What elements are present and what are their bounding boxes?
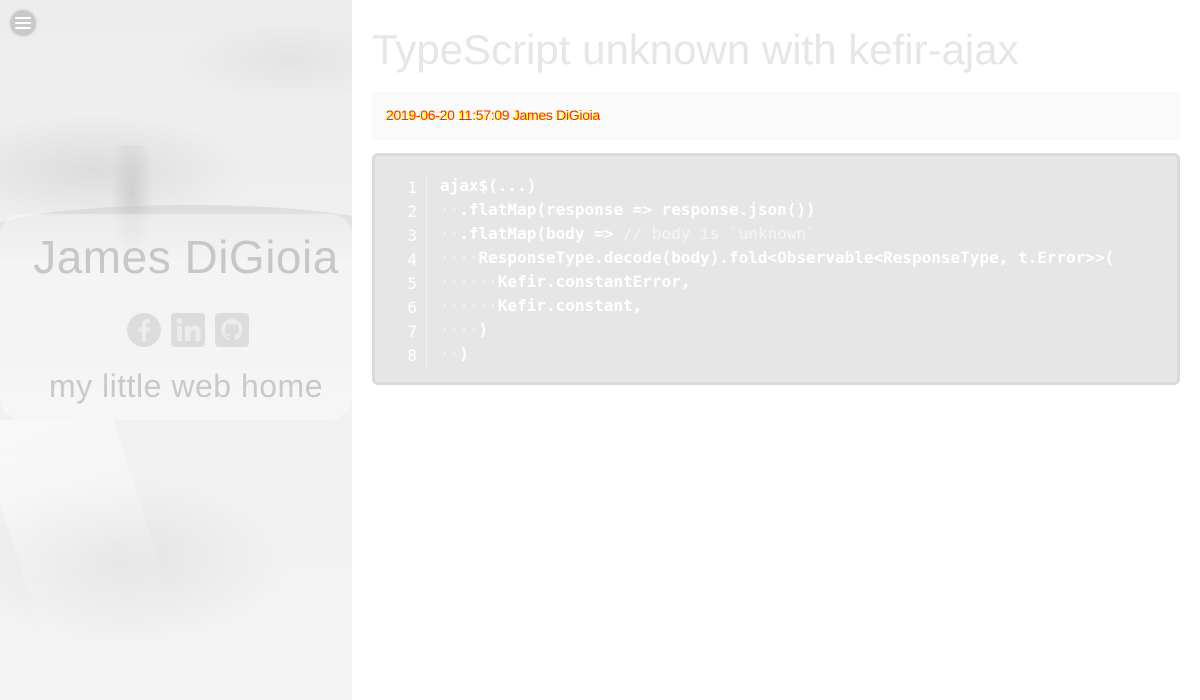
line-number: 6 bbox=[407, 298, 417, 317]
post-meta-text-overlap: 2019-06-20 11:57:09 James DiGioia bbox=[386, 107, 600, 123]
code-line: ajax$(...) bbox=[440, 174, 1114, 198]
code-indent: ·· bbox=[440, 224, 460, 243]
github-icon[interactable] bbox=[214, 312, 250, 348]
sidebar: James DiGioia my little web home bbox=[0, 0, 352, 700]
code-line: ····ResponseType.decode(body).fold<Obser… bbox=[440, 246, 1114, 270]
main-content: TypeScript unknown with kefir-ajax 2019-… bbox=[372, 0, 1180, 700]
code-text: .flatMap(response => response.json()) bbox=[459, 200, 816, 219]
code-line: ··.flatMap(response => response.json()) bbox=[440, 198, 1114, 222]
code-indent: ······ bbox=[440, 272, 498, 291]
code-line: ······Kefir.constantError, bbox=[440, 270, 1114, 294]
code-line: ··) bbox=[440, 342, 1114, 366]
code-text: Kefir.constantError, bbox=[497, 272, 691, 291]
linkedin-icon[interactable] bbox=[170, 312, 206, 348]
background-path bbox=[0, 420, 208, 700]
post-meta-bar: 2019-06-20 11:57:09 James DiGioia 2019-0… bbox=[372, 92, 1180, 140]
code-text: ) bbox=[459, 344, 469, 363]
post-title: TypeScript unknown with kefir-ajax bbox=[372, 26, 1019, 73]
code-text: ) bbox=[478, 320, 489, 339]
line-numbers: 1 2 3 4 5 6 7 8 bbox=[397, 176, 427, 368]
code-text: ajax$(...) bbox=[440, 176, 537, 195]
code-indent: ·· bbox=[440, 344, 460, 363]
code-indent: ···· bbox=[440, 248, 479, 267]
code-line: ······Kefir.constant, bbox=[440, 294, 1114, 318]
line-number: 3 bbox=[407, 226, 417, 245]
code-line: ··.flatMap(body => // body is `unknown` bbox=[440, 222, 1114, 246]
code-text: ResponseType.decode(body).fold<Observabl… bbox=[478, 248, 1115, 267]
line-number: 4 bbox=[407, 250, 417, 269]
site-tagline: my little web home bbox=[49, 368, 323, 404]
line-number: 8 bbox=[407, 346, 417, 365]
site-author-name[interactable]: James DiGioia bbox=[0, 230, 352, 284]
hamburger-menu-icon bbox=[15, 17, 31, 29]
code-indent: ·· bbox=[440, 200, 460, 219]
code-text: .flatMap(body => bbox=[459, 224, 614, 243]
line-number: 7 bbox=[407, 322, 417, 341]
facebook-icon[interactable] bbox=[126, 312, 162, 348]
code-line: ····) bbox=[440, 318, 1114, 342]
menu-button[interactable] bbox=[8, 8, 38, 38]
code-indent: ···· bbox=[440, 320, 479, 339]
line-number: 5 bbox=[407, 274, 417, 293]
line-number: 2 bbox=[407, 202, 417, 221]
code-indent: ······ bbox=[440, 296, 498, 315]
code-comment: // body is `unknown` bbox=[613, 224, 816, 243]
code-lines: ajax$(...) ··.flatMap(response => respons… bbox=[440, 174, 1114, 366]
social-links bbox=[126, 312, 250, 348]
code-block: 12345678 ajax$(...) ··.flatMap(response =… bbox=[372, 153, 1180, 385]
code-text: Kefir.constant, bbox=[497, 296, 643, 315]
line-number: 1 bbox=[407, 178, 417, 197]
